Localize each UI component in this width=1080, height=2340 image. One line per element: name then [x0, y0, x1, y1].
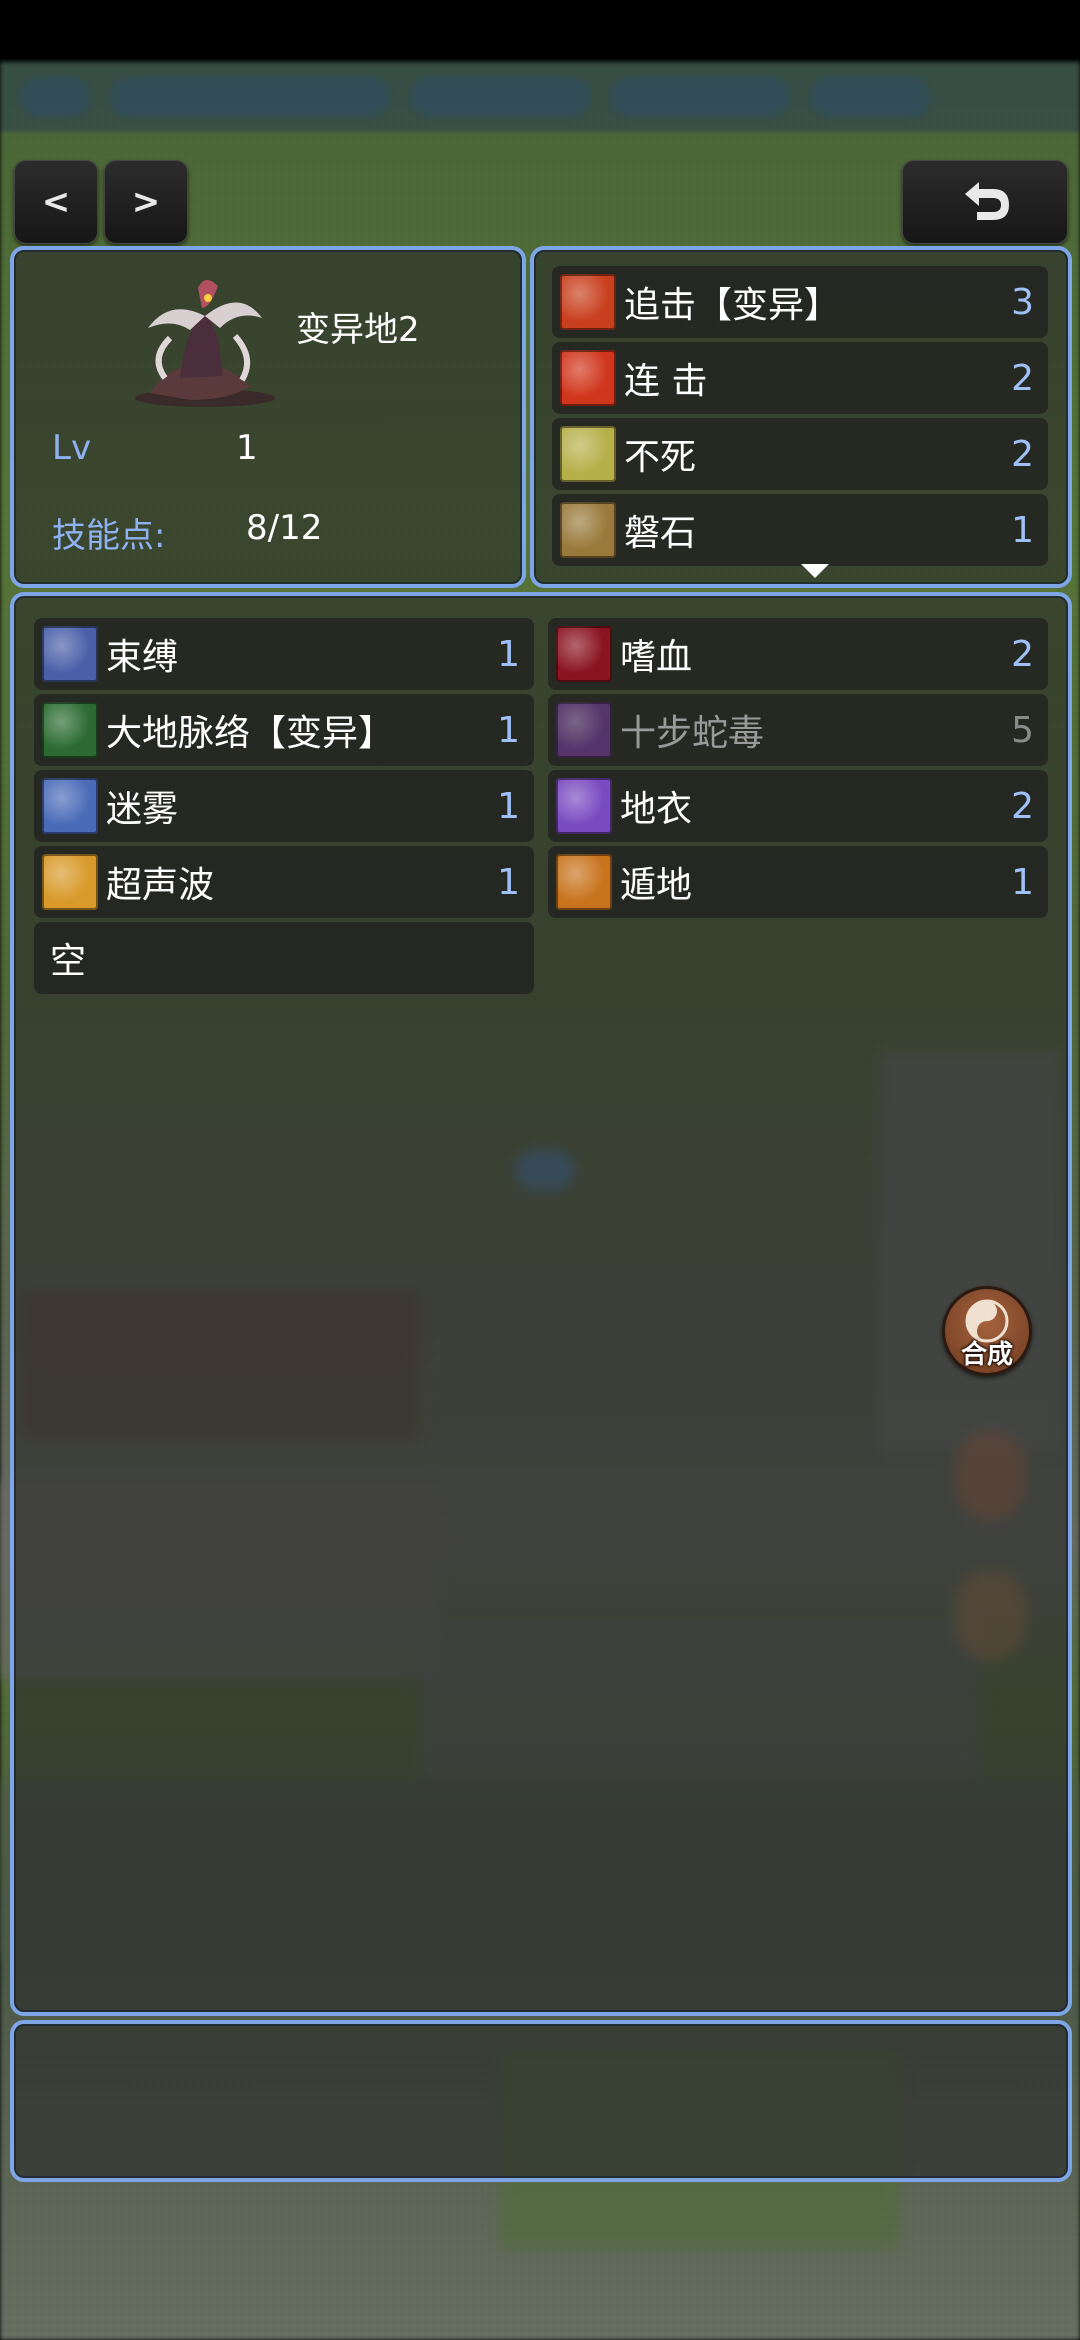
- skill-name: 地衣: [620, 789, 693, 830]
- skill-description-panel: [10, 2020, 1072, 2182]
- bloodthirst-icon: [556, 626, 612, 682]
- skill-row-disabled[interactable]: 十步蛇毒 5: [548, 694, 1048, 766]
- prev-monster-button[interactable]: <: [14, 160, 98, 244]
- skill-level: 2: [1011, 433, 1034, 475]
- skill-name: 嗜血: [620, 637, 693, 678]
- skill-level: 5: [1011, 709, 1034, 751]
- skill-name: 大地脉络【变异】: [106, 713, 395, 754]
- skill-name: 遁地: [620, 865, 693, 906]
- hud-search: [110, 77, 390, 117]
- skill-level: 1: [1011, 509, 1034, 551]
- skill-row[interactable]: 遁地 1: [548, 846, 1048, 918]
- skill-level: 1: [497, 861, 520, 903]
- equipped-skill-row[interactable]: 不死 2: [552, 418, 1048, 490]
- skill-row[interactable]: 迷雾 1: [34, 770, 534, 842]
- level-label: Lv: [52, 428, 92, 468]
- equipped-skill-row[interactable]: 连 击 2: [552, 342, 1048, 414]
- hud-gem: [810, 77, 930, 117]
- skill-name: 迷雾: [106, 789, 179, 830]
- lichen-icon: [556, 778, 612, 834]
- scroll-down-icon[interactable]: [801, 564, 829, 578]
- skill-level: 1: [1011, 861, 1034, 903]
- skill-points-label: 技能点:: [52, 516, 166, 556]
- monster-portrait: [135, 279, 275, 407]
- hud-stat: [410, 77, 590, 117]
- skill-name: 超声波: [106, 865, 215, 906]
- skill-name: 不死: [624, 437, 697, 478]
- skill-name: 磐石: [624, 513, 697, 554]
- skill-row[interactable]: 超声波 1: [34, 846, 534, 918]
- empty-skill-slot[interactable]: 空: [34, 922, 534, 994]
- claw-strike-icon: [560, 274, 616, 330]
- back-button[interactable]: [902, 160, 1068, 244]
- skill-level: 1: [497, 785, 520, 827]
- skill-row[interactable]: 嗜血 2: [548, 618, 1048, 690]
- return-arrow-icon: [965, 182, 1009, 220]
- next-monster-button[interactable]: >: [104, 160, 188, 244]
- hud-avatar: [20, 77, 90, 117]
- skill-level: 3: [1011, 281, 1034, 323]
- skill-level: 2: [1011, 633, 1034, 675]
- rock-spikes-icon: [560, 502, 616, 558]
- empty-slot-label: 空: [50, 941, 87, 982]
- skill-name: 十步蛇毒: [620, 713, 765, 754]
- burrow-icon: [556, 854, 612, 910]
- snake-venom-icon: [556, 702, 612, 758]
- synthesize-label: 合成: [960, 1340, 1013, 1370]
- synthesize-button[interactable]: 合成: [942, 1286, 1032, 1376]
- skill-row[interactable]: 大地脉络【变异】 1: [34, 694, 534, 766]
- next-label: >: [131, 182, 161, 222]
- equipped-skill-row[interactable]: 磐石 1: [552, 494, 1048, 566]
- top-hud: [0, 62, 1080, 132]
- mist-icon: [42, 778, 98, 834]
- earth-vein-icon: [42, 702, 98, 758]
- monster-info-panel: 变异地2 Lv 1 技能点: 8/12: [10, 246, 526, 588]
- skill-level: 1: [497, 709, 520, 751]
- sonic-wave-icon: [42, 854, 98, 910]
- triple-spike-icon: [560, 350, 616, 406]
- skill-list-panel: 束缚 1 大地脉络【变异】 1 迷雾 1 超声波 1 空 嗜血 2 十步蛇毒 5…: [10, 592, 1072, 2016]
- equipped-skill-row[interactable]: 追击【变异】 3: [552, 266, 1048, 338]
- level-value: 1: [236, 428, 258, 468]
- gold-shield-icon: [560, 426, 616, 482]
- skill-points-value: 8/12: [246, 508, 323, 548]
- monster-name: 变异地2: [296, 310, 420, 350]
- skill-name: 追击【变异】: [624, 285, 841, 326]
- skill-row[interactable]: 地衣 2: [548, 770, 1048, 842]
- skill-level: 1: [497, 633, 520, 675]
- prev-label: <: [41, 182, 71, 222]
- binding-chain-icon: [42, 626, 98, 682]
- skill-level: 2: [1011, 785, 1034, 827]
- skill-level: 2: [1011, 357, 1034, 399]
- hud-gold: [610, 77, 790, 117]
- skill-name: 连 击: [624, 361, 708, 402]
- skill-name: 束缚: [106, 637, 179, 678]
- equipped-skills-panel: 追击【变异】 3 连 击 2 不死 2 磐石 1: [530, 246, 1072, 588]
- skill-row[interactable]: 束缚 1: [34, 618, 534, 690]
